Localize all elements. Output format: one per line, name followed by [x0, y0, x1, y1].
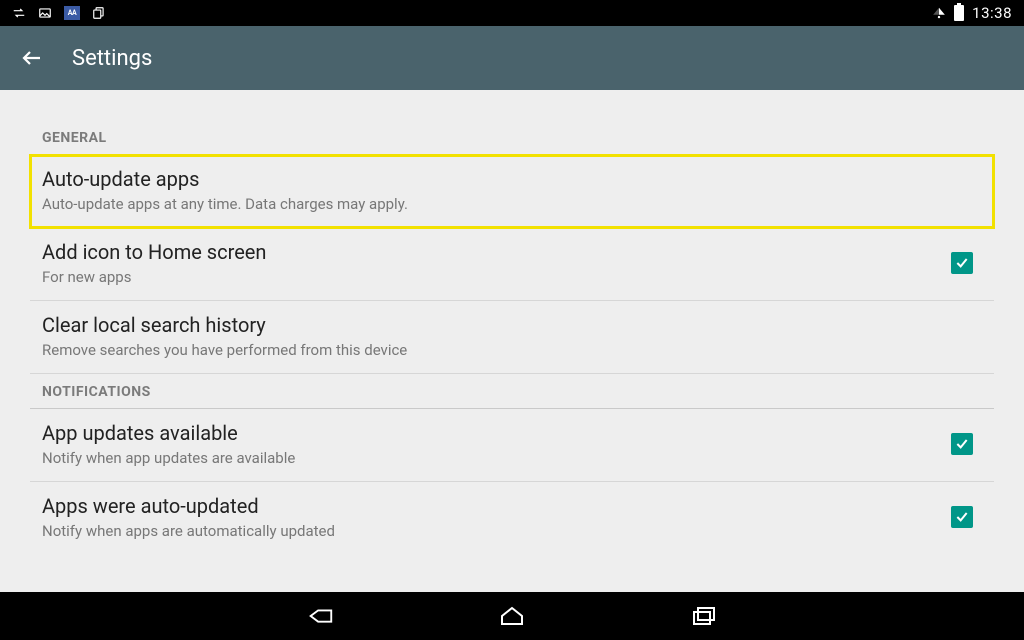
row-apps-auto-updated[interactable]: Apps were auto-updated Notify when apps …: [30, 482, 994, 554]
row-subtitle: For new apps: [42, 268, 942, 286]
clock: 13:38: [972, 4, 1012, 22]
nav-back-button[interactable]: [304, 600, 336, 632]
row-title: Clear local search history: [42, 313, 982, 337]
navigation-bar: [0, 592, 1024, 640]
copy-icon: [92, 6, 106, 20]
checkbox-auto-updated[interactable]: [951, 506, 973, 528]
row-subtitle: Notify when app updates are available: [42, 449, 942, 467]
checkbox-add-icon[interactable]: [951, 252, 973, 274]
nav-home-button[interactable]: [496, 600, 528, 632]
status-bar: AA 13:38: [0, 0, 1024, 26]
row-title: Auto-update apps: [42, 167, 982, 191]
image-icon: [38, 6, 52, 20]
section-header-general: GENERAL: [30, 120, 994, 155]
row-title: App updates available: [42, 421, 942, 445]
row-subtitle: Notify when apps are automatically updat…: [42, 522, 942, 540]
row-subtitle: Remove searches you have performed from …: [42, 341, 982, 359]
checkbox-updates-available[interactable]: [951, 433, 973, 455]
row-subtitle: Auto-update apps at any time. Data charg…: [42, 195, 982, 213]
battery-icon: [954, 5, 964, 21]
row-app-updates-available[interactable]: App updates available Notify when app up…: [30, 409, 994, 482]
row-title: Add icon to Home screen: [42, 240, 942, 264]
sync-icon: [12, 6, 26, 20]
wifi-icon: [932, 6, 946, 20]
app-bar: Settings: [0, 26, 1024, 90]
settings-list: GENERAL Auto-update apps Auto-update app…: [0, 90, 1024, 592]
nav-recent-button[interactable]: [688, 600, 720, 632]
row-title: Apps were auto-updated: [42, 494, 942, 518]
back-button[interactable]: [20, 46, 44, 70]
app-badge-icon: AA: [64, 6, 80, 20]
row-add-icon-home[interactable]: Add icon to Home screen For new apps: [30, 228, 994, 301]
section-header-notifications: NOTIFICATIONS: [30, 374, 994, 409]
page-title: Settings: [72, 46, 152, 71]
row-clear-search-history[interactable]: Clear local search history Remove search…: [30, 301, 994, 374]
row-auto-update-apps[interactable]: Auto-update apps Auto-update apps at any…: [30, 155, 994, 228]
